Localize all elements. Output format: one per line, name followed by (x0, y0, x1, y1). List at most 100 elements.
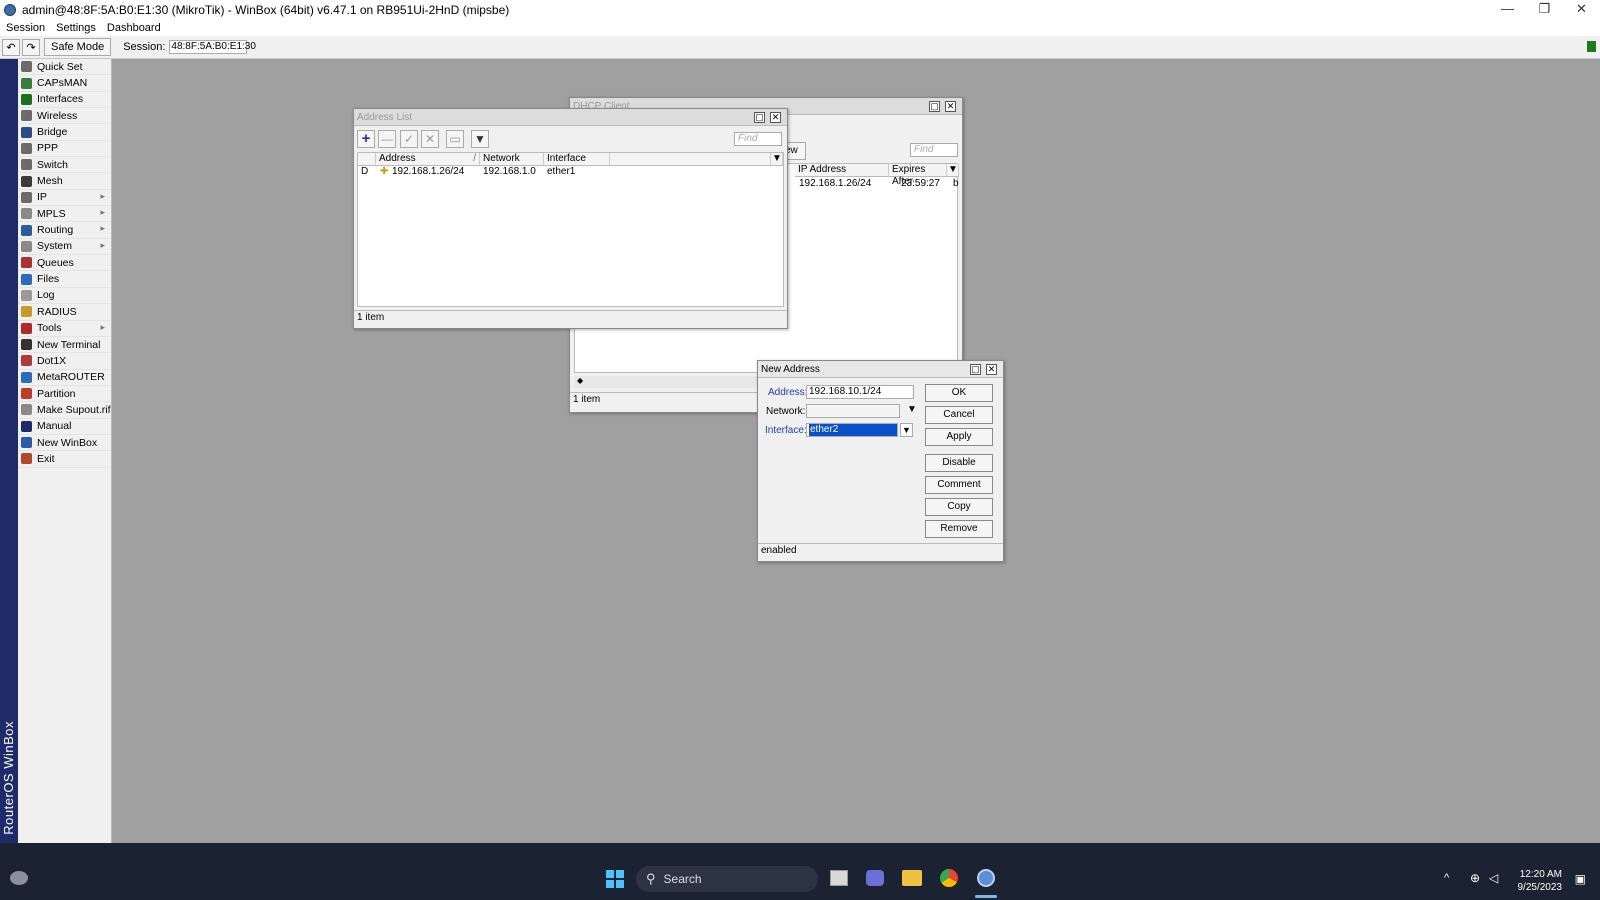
sidebar-item-ip[interactable]: IP ▸ (18, 190, 111, 207)
sidebar-item-label: Make Supout.rif (37, 403, 111, 416)
dhcp-col-expires-after[interactable]: Expires After (889, 164, 947, 187)
sidebar-item-make-supout-rif[interactable]: Make Supout.rif (18, 402, 111, 419)
ok-button[interactable]: OK (925, 384, 993, 402)
minimize-button[interactable]: — (1489, 0, 1526, 19)
x-icon: ✕ (424, 132, 436, 146)
file-explorer-icon[interactable] (902, 870, 922, 886)
table-row[interactable]: D ✚ 192.168.1.26/24 192.168.1.0 ether1 (358, 166, 783, 179)
wireless-icon (21, 110, 32, 122)
sidebar-item-dot1x[interactable]: Dot1X (18, 353, 111, 370)
col-address[interactable]: Address / (376, 153, 480, 166)
sidebar-item-files[interactable]: Files (18, 271, 111, 288)
sidebar-item-log[interactable]: Log (18, 288, 111, 305)
col-flag[interactable] (358, 153, 376, 166)
menu-settings[interactable]: Settings (56, 22, 96, 34)
network-input[interactable] (806, 404, 900, 418)
sidebar-item-manual[interactable]: Manual (18, 419, 111, 435)
undo-button[interactable]: ↶ (2, 38, 20, 56)
sidebar-item-quick-set[interactable]: Quick Set (18, 59, 111, 76)
sidebar-item-radius[interactable]: RADIUS (18, 304, 111, 321)
dhcp-column-menu-icon[interactable]: ▼ (947, 164, 959, 177)
menu-dashboard[interactable]: Dashboard (107, 22, 161, 34)
column-menu-icon[interactable]: ▼ (771, 153, 783, 166)
sidebar-item-label: Bridge (37, 126, 68, 139)
sidebar-item-exit[interactable]: Exit (18, 451, 111, 468)
sidebar-item-bridge[interactable]: Bridge (18, 124, 111, 141)
dot1x-icon (21, 355, 32, 367)
sidebar-item-interfaces[interactable]: Interfaces (18, 92, 111, 109)
submenu-arrow-icon: ▸ (100, 207, 105, 218)
col-network[interactable]: Network (480, 153, 544, 166)
menu-session[interactable]: Session (6, 22, 45, 34)
remove-button[interactable]: — (378, 130, 396, 148)
weather-icon[interactable] (10, 871, 28, 885)
sidebar-item-queues[interactable]: Queues (18, 255, 111, 272)
redo-button[interactable]: ↷ (22, 38, 40, 56)
sidebar-item-partition[interactable]: Partition (18, 386, 111, 403)
start-tile-icon (606, 870, 614, 878)
mesh-icon (21, 175, 32, 187)
row-network: 192.168.1.0 (483, 166, 536, 177)
network-dropdown-icon[interactable]: ▼ (907, 404, 917, 415)
sidebar-item-wireless[interactable]: Wireless (18, 108, 111, 125)
new-address-dialog[interactable]: New Address ▢ ✕ Address: 192.168.10.1/24… (757, 360, 1004, 562)
restore-button[interactable]: ❐ (1526, 0, 1563, 19)
add-button[interactable]: + (357, 130, 375, 148)
comment-button[interactable]: Comment (925, 476, 993, 494)
sidebar-item-new-terminal[interactable]: New Terminal (18, 337, 111, 354)
switch-icon (21, 159, 32, 171)
filter-button[interactable]: ▼ (471, 130, 489, 148)
new-address-close-button[interactable]: ✕ (986, 364, 997, 375)
sidebar-item-capsman[interactable]: CAPsMAN (18, 75, 111, 92)
address-list-close-button[interactable]: ✕ (770, 112, 781, 123)
winbox-taskbar-icon[interactable] (977, 869, 995, 887)
copy-button[interactable]: Copy (925, 498, 993, 516)
address-list-window[interactable]: Address List ▢ ✕ + — ✓ ✕ ▭ ▼ Find Addres… (353, 108, 788, 329)
dhcp-find-input[interactable]: Find (910, 143, 958, 157)
sidebar-item-routing[interactable]: Routing ▸ (18, 222, 111, 239)
network-icon[interactable]: ⊕ (1470, 871, 1480, 885)
status-indicator (1587, 41, 1596, 52)
dhcp-close-button[interactable]: ✕ (945, 101, 956, 112)
tray-chevron-icon[interactable]: ^ (1444, 872, 1449, 884)
taskbar-search[interactable]: ⚲ Search (636, 866, 818, 892)
col-interface[interactable]: Interface (544, 153, 610, 166)
remove-button[interactable]: Remove (925, 520, 993, 538)
sidebar-item-mesh[interactable]: Mesh (18, 173, 111, 190)
sidebar-item-new-winbox[interactable]: New WinBox (18, 435, 111, 452)
sidebar-item-tools[interactable]: Tools ▸ (18, 321, 111, 337)
enable-button[interactable]: ✓ (400, 130, 418, 148)
sidebar-item-ppp[interactable]: PPP (18, 141, 111, 158)
sidebar-item-switch[interactable]: Switch (18, 157, 111, 174)
sidebar-item-label: MetaROUTER (37, 371, 105, 384)
new-address-status: enabled (758, 543, 1003, 558)
close-button[interactable]: ✕ (1563, 0, 1600, 19)
col-blank[interactable] (610, 153, 771, 166)
disable-button[interactable]: Disable (925, 454, 993, 472)
cancel-button[interactable]: Cancel (925, 406, 993, 424)
dhcp-col-ip-address[interactable]: IP Address (795, 164, 889, 177)
start-button[interactable] (606, 870, 624, 888)
comment-button[interactable]: ▭ (446, 130, 464, 148)
new-address-maximize-button[interactable]: ▢ (970, 364, 981, 375)
chat-icon[interactable] (866, 870, 884, 886)
address-list-maximize-button[interactable]: ▢ (754, 112, 765, 123)
address-list-find-input[interactable]: Find (734, 132, 782, 146)
interface-select[interactable]: ether2 (806, 423, 898, 437)
safe-mode-button[interactable]: Safe Mode (44, 38, 112, 56)
notification-icon[interactable]: ▣ (1575, 872, 1586, 886)
task-view-icon[interactable] (830, 870, 848, 886)
apply-button[interactable]: Apply (925, 428, 993, 446)
disable-button[interactable]: ✕ (421, 130, 439, 148)
session-field[interactable]: 48:8F:5A:B0:E1:30 (169, 40, 256, 54)
volume-icon[interactable]: ◁ (1489, 871, 1498, 885)
sidebar-item-label: Quick Set (37, 60, 83, 73)
dhcp-maximize-button[interactable]: ▢ (929, 101, 940, 112)
sidebar-item-system[interactable]: System ▸ (18, 239, 111, 256)
sidebar-item-mpls[interactable]: MPLS ▸ (18, 206, 111, 223)
interface-dropdown-icon[interactable]: ▼ (900, 423, 913, 437)
clock[interactable]: 12:20 AM 9/25/2023 (1518, 868, 1563, 894)
address-input[interactable]: 192.168.10.1/24 (806, 385, 914, 399)
sidebar-item-metarouter[interactable]: MetaROUTER (18, 370, 111, 386)
chrome-icon[interactable] (940, 869, 958, 887)
